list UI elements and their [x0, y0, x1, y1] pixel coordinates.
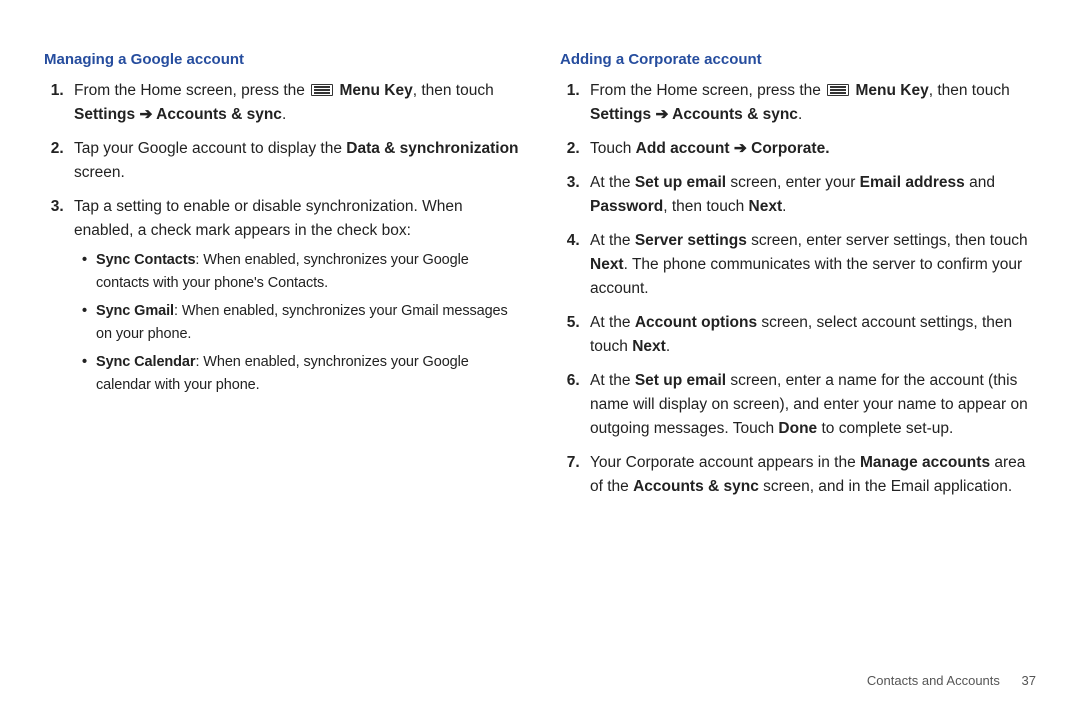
corporate-steps: From the Home screen, press the Menu Key… [584, 79, 1036, 499]
page-number: 37 [1022, 673, 1036, 688]
text: At the [590, 314, 635, 331]
button-name: Next [590, 256, 624, 273]
button-name: Done [778, 420, 817, 437]
menu-key-icon [311, 84, 333, 96]
step-5: At the Account options screen, select ac… [584, 311, 1036, 359]
text: At the [590, 232, 635, 249]
screen-name: Data & synchronization [346, 140, 518, 157]
step-7: Your Corporate account appears in the Ma… [584, 451, 1036, 499]
step-6: At the Set up email screen, enter a name… [584, 369, 1036, 441]
step-1: From the Home screen, press the Menu Key… [68, 79, 520, 127]
nav-path: Add account ➔ Corporate. [636, 140, 830, 157]
text: , then touch [413, 82, 494, 99]
step-3: Tap a setting to enable or disable synch… [68, 195, 520, 396]
text: to complete set-up. [817, 420, 953, 437]
screen-name: Server settings [635, 232, 747, 249]
text: Touch [590, 140, 636, 157]
text: At the [590, 372, 635, 389]
right-column: Adding a Corporate account From the Home… [560, 48, 1036, 680]
left-column: Managing a Google account From the Home … [44, 48, 520, 680]
text: At the [590, 174, 635, 191]
text: screen. [74, 164, 125, 181]
bullet-sync-calendar: Sync Calendar: When enabled, synchronize… [82, 351, 520, 396]
manual-page: Managing a Google account From the Home … [0, 0, 1080, 720]
section-heading-corporate: Adding a Corporate account [560, 48, 1036, 71]
option-title: Sync Gmail [96, 303, 174, 319]
nav-path: Settings ➔ Accounts & sync [74, 106, 282, 123]
screen-name: Accounts & sync [633, 478, 759, 495]
text: , then touch [929, 82, 1010, 99]
menu-key-icon [827, 84, 849, 96]
sync-options: Sync Contacts: When enabled, synchronize… [82, 249, 520, 396]
screen-name: Account options [635, 314, 757, 331]
menu-key-label: Menu Key [855, 82, 928, 99]
field-name: Email address [860, 174, 965, 191]
menu-key-label: Menu Key [339, 82, 412, 99]
screen-name: Set up email [635, 372, 726, 389]
text: . [798, 106, 802, 123]
text: From the Home screen, press the [74, 82, 309, 99]
text: . [282, 106, 286, 123]
footer-section: Contacts and Accounts [867, 673, 1000, 688]
text: . [782, 198, 786, 215]
button-name: Next [632, 338, 666, 355]
step-4: At the Server settings screen, enter ser… [584, 229, 1036, 301]
step-2: Touch Add account ➔ Corporate. [584, 137, 1036, 161]
google-steps: From the Home screen, press the Menu Key… [68, 79, 520, 396]
step-3: At the Set up email screen, enter your E… [584, 171, 1036, 219]
option-title: Sync Calendar [96, 354, 195, 370]
bullet-sync-gmail: Sync Gmail: When enabled, synchronizes y… [82, 300, 520, 345]
bullet-sync-contacts: Sync Contacts: When enabled, synchronize… [82, 249, 520, 294]
text: Your Corporate account appears in the [590, 454, 860, 471]
text: . The phone communicates with the server… [590, 256, 1022, 297]
text: and [965, 174, 995, 191]
screen-name: Set up email [635, 174, 726, 191]
text: screen, enter server settings, then touc… [747, 232, 1028, 249]
button-name: Next [749, 198, 783, 215]
section-heading-google: Managing a Google account [44, 48, 520, 71]
nav-path: Settings ➔ Accounts & sync [590, 106, 798, 123]
text: Tap your Google account to display the [74, 140, 346, 157]
field-name: Password [590, 198, 663, 215]
page-footer: Contacts and Accounts 37 [867, 673, 1036, 688]
step-1: From the Home screen, press the Menu Key… [584, 79, 1036, 127]
text: , then touch [663, 198, 748, 215]
text: From the Home screen, press the [590, 82, 825, 99]
text: screen, enter your [726, 174, 860, 191]
option-title: Sync Contacts [96, 252, 195, 268]
step-2: Tap your Google account to display the D… [68, 137, 520, 185]
text: screen, and in the Email application. [759, 478, 1012, 495]
text: Tap a setting to enable or disable synch… [74, 198, 463, 239]
area-name: Manage accounts [860, 454, 990, 471]
text: . [666, 338, 670, 355]
